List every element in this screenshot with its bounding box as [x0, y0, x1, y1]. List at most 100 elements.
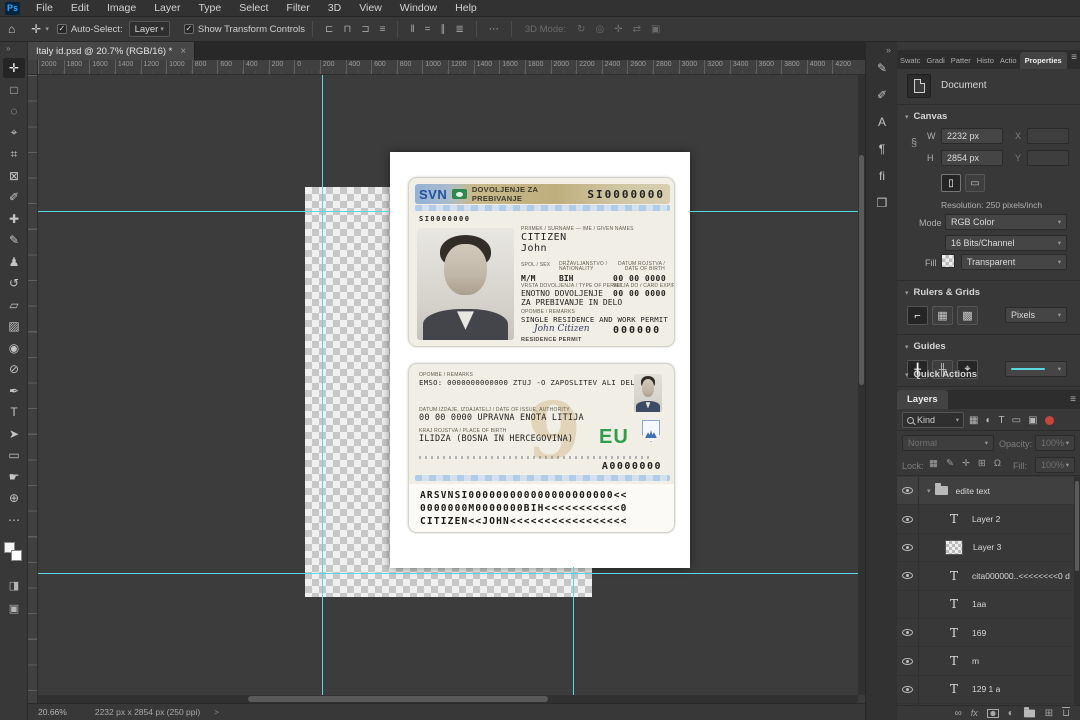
menu-item-filter[interactable]: Filter — [277, 2, 318, 14]
menu-item-3d[interactable]: 3D — [319, 2, 350, 14]
layer-row[interactable]: Tm — [897, 647, 1080, 676]
layer-name[interactable]: cita000000..<<<<<<<<0 d — [972, 571, 1070, 581]
horizontal-scrollbar[interactable] — [38, 695, 858, 703]
brush-tool[interactable]: ✎ — [3, 230, 25, 250]
guide-style-dropdown[interactable]: ▾ — [1005, 361, 1067, 377]
pen-tool[interactable]: ✒ — [3, 381, 25, 401]
align-center-h-icon[interactable]: ⊓ — [338, 24, 356, 35]
group-caret-icon[interactable]: ▾ — [927, 487, 931, 495]
screen-mode-button[interactable]: ▣ — [3, 598, 25, 618]
vertical-guide[interactable] — [573, 567, 574, 695]
layers-scrollbar[interactable] — [1074, 477, 1080, 705]
bit-depth-dropdown[interactable]: 16 Bits/Channel ▾ — [945, 235, 1067, 251]
color-swatches[interactable] — [4, 542, 24, 566]
layer-row[interactable]: T 169 — [897, 618, 1080, 648]
lock-all-icon[interactable]: Ω — [994, 458, 1001, 469]
visibility-toggle[interactable] — [897, 505, 919, 533]
more-options-icon[interactable]: ⋯ — [484, 24, 504, 35]
show-transform-checkbox[interactable]: ✓ — [183, 24, 194, 34]
shape-filter-icon[interactable]: ▭ — [1012, 415, 1021, 426]
visibility-toggle[interactable] — [897, 533, 919, 562]
zoom-tool[interactable]: ⊕ — [3, 488, 25, 508]
layer-name[interactable]: Layer 2 — [972, 514, 1000, 524]
marquee-tool[interactable]: □ — [3, 80, 25, 100]
layer-row[interactable]: Layer 3 — [897, 533, 1080, 563]
link-dimensions-icon[interactable]: § — [911, 137, 917, 149]
smart-object-filter-icon[interactable]: ▣ — [1028, 415, 1037, 426]
text-layer-thumbnail[interactable]: T — [946, 512, 962, 526]
panel-tab-actio[interactable]: Actio — [997, 52, 1020, 69]
layer-row[interactable]: T Layer 2 — [897, 505, 1080, 534]
fill-swatch[interactable] — [941, 254, 955, 268]
layer-row[interactable]: T 129 1 a — [897, 675, 1080, 705]
panel-tab-properties[interactable]: Properties — [1019, 52, 1067, 69]
layer-row[interactable]: ▾ edite text — [897, 477, 1080, 506]
scrollbar-thumb[interactable] — [1075, 481, 1079, 571]
blur-tool[interactable]: ◉ — [3, 338, 25, 358]
text-layer-thumbnail[interactable]: T — [946, 597, 962, 611]
layer-row[interactable]: T 1aa — [897, 590, 1080, 619]
frame-tool[interactable]: ⊠ — [3, 166, 25, 186]
align-left-icon[interactable]: ⊏ — [320, 24, 338, 35]
guides-section-header[interactable]: ▾ Guides — [905, 341, 946, 352]
move-tool-preset-icon[interactable]: ✛ — [23, 22, 43, 36]
gradient-tool[interactable]: ▨ — [3, 316, 25, 336]
visibility-toggle[interactable] — [897, 590, 919, 618]
align-right-icon[interactable]: ⊐ — [356, 24, 374, 35]
menu-item-select[interactable]: Select — [230, 2, 277, 14]
auto-select-dropdown[interactable]: Layer ▾ — [128, 21, 170, 37]
height-input[interactable]: 2854 px — [941, 150, 1003, 166]
text-layer-thumbnail[interactable]: T — [946, 569, 962, 583]
layers-tab[interactable]: Layers — [897, 390, 948, 409]
distribute-h-icon[interactable]: ‖ — [405, 24, 419, 35]
brushes-panel-icon[interactable]: ✐ — [872, 85, 892, 105]
lock-pixels-icon[interactable]: ✎ — [946, 458, 954, 469]
panels-collapse-icon[interactable]: » — [886, 45, 891, 55]
text-layer-thumbnail[interactable]: T — [946, 654, 962, 668]
text-layer-thumbnail[interactable]: T — [946, 682, 962, 696]
clone-stamp-tool[interactable]: ♟ — [3, 252, 25, 272]
home-icon[interactable]: ⌂ — [0, 22, 23, 36]
horizontal-guide[interactable] — [38, 573, 858, 574]
history-brush-tool[interactable]: ↺ — [3, 273, 25, 293]
character-panel-icon[interactable]: A — [872, 112, 892, 132]
lock-artboard-icon[interactable]: ⊞ — [978, 458, 986, 469]
lock-transparency-icon[interactable]: ▦ — [929, 458, 938, 469]
ruler-corner[interactable] — [28, 60, 38, 75]
adjustment-layer-icon[interactable]: ◐ — [1008, 708, 1014, 719]
menu-item-window[interactable]: Window — [391, 2, 446, 14]
toggle-snap-button[interactable]: ▩ — [957, 306, 978, 325]
menu-item-layer[interactable]: Layer — [145, 2, 189, 14]
fill-input[interactable]: 100% ▾ — [1035, 457, 1075, 473]
panel-tab-gradi[interactable]: Gradi — [923, 52, 947, 69]
distribute-top-icon[interactable]: ≣ — [450, 24, 468, 35]
layer-name[interactable]: 129 1 a — [972, 684, 1000, 694]
horizontal-ruler[interactable]: 2000 1800 1600 1400 1200 1000 800 600 400 200 0 200… — [38, 60, 865, 75]
layer-mask-icon[interactable] — [986, 708, 999, 718]
x-input[interactable] — [1027, 128, 1069, 144]
horizontal-guide[interactable] — [38, 211, 390, 212]
opacity-input[interactable]: 100% ▾ — [1035, 435, 1075, 451]
delete-layer-icon[interactable]: ⊔ — [1062, 708, 1070, 719]
object-selection-tool[interactable]: ⌖ — [3, 123, 25, 143]
canvas-viewport[interactable]: SVN DOVOLJENJE ZA PREBIVANJE SI0000000 S… — [38, 75, 858, 695]
healing-brush-tool[interactable]: ✚ — [3, 209, 25, 229]
menu-item-file[interactable]: File — [27, 2, 62, 14]
document-tab[interactable]: Italy id.psd @ 20.7% (RGB/16) * × — [28, 42, 196, 60]
glyphs-panel-icon[interactable]: ﬁ — [872, 166, 892, 186]
dodge-tool[interactable]: ⊘ — [3, 359, 25, 379]
panel-tab-histo[interactable]: Histo — [974, 52, 997, 69]
menu-item-edit[interactable]: Edit — [62, 2, 98, 14]
type-tool[interactable]: T — [3, 402, 25, 422]
text-layer-thumbnail[interactable]: T — [946, 626, 962, 640]
toolbar-collapse-icon[interactable]: » — [6, 44, 10, 53]
close-tab-icon[interactable]: × — [180, 46, 186, 57]
background-color-swatch[interactable] — [11, 550, 22, 561]
shape-tool[interactable]: ▭ — [3, 445, 25, 465]
move-tool[interactable]: ✛ — [3, 58, 25, 78]
status-chevron-icon[interactable]: > — [214, 708, 219, 717]
auto-select-checkbox[interactable]: ✓ — [56, 24, 67, 34]
new-layer-icon[interactable]: ⊞ — [1045, 708, 1053, 719]
vertical-guide[interactable] — [322, 75, 323, 695]
layer-row[interactable]: Tcita000000..<<<<<<<<0 d — [897, 562, 1080, 591]
